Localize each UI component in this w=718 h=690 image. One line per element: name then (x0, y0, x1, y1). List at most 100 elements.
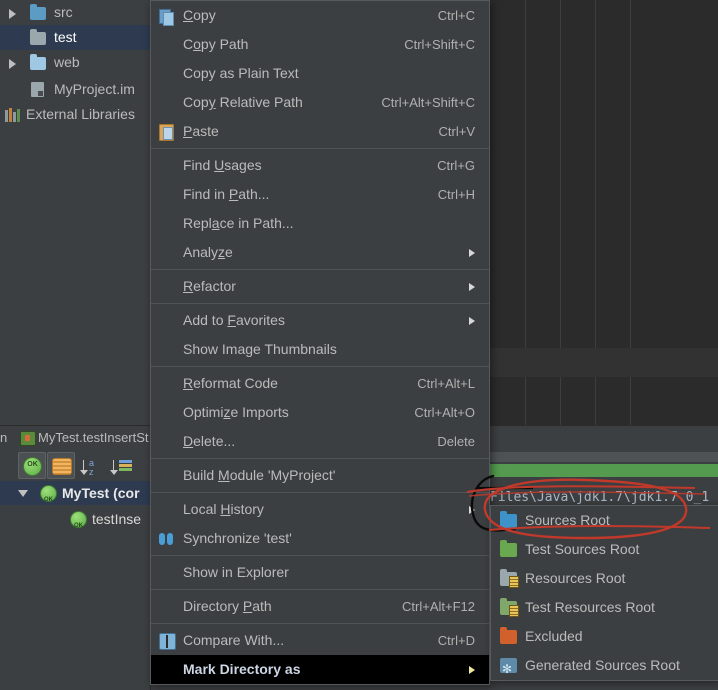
folder-icon (30, 29, 46, 45)
menu-item-label: Synchronize 'test' (183, 530, 292, 546)
external-libraries-icon (5, 108, 21, 122)
menu-item-mark-directory-as[interactable]: Mark Directory as (151, 655, 489, 684)
menu-item-shortcut: Ctrl+Alt+L (417, 376, 475, 391)
menu-item-refactor[interactable]: Refactor (151, 272, 489, 301)
menu-item-replace-in-path[interactable]: Replace in Path... (151, 209, 489, 238)
menu-item-copy-as-plain-text[interactable]: Copy as Plain Text (151, 59, 489, 88)
menu-separator (151, 366, 489, 367)
test-class-label: MyTest (cor (62, 485, 140, 501)
test-toolbar: az (0, 448, 150, 481)
menu-separator (151, 458, 489, 459)
menu-item-build-module-myproject[interactable]: Build Module 'MyProject' (151, 461, 489, 490)
resources-root-icon (500, 569, 519, 588)
project-tree-label: External Libraries (26, 106, 135, 122)
menu-separator (151, 303, 489, 304)
console-output-line: Files\Java\jdk1.7\jdk1.7.0_1 (490, 490, 710, 505)
menu-item-shortcut: Ctrl+D (437, 633, 475, 648)
chevron-right-icon (469, 249, 475, 257)
menu-item-shortcut: Ctrl+Alt+F12 (402, 599, 475, 614)
test-tree-row-method[interactable]: testInse (0, 507, 150, 538)
menu-item-shortcut: Ctrl+Shift+C (404, 37, 475, 52)
test-sources-root-icon (500, 540, 517, 557)
sources-root-icon (500, 511, 517, 528)
menu-item-label: Show in Explorer (183, 564, 289, 580)
menu-item-synchronize-test[interactable]: Synchronize 'test' (151, 524, 489, 553)
menu-item-paste[interactable]: Paste Ctrl+V (151, 117, 489, 146)
submenu-item-generated-sources-root[interactable]: Generated Sources Root (491, 651, 718, 684)
menu-item-directory-path[interactable]: Directory Path Ctrl+Alt+F12 (151, 592, 489, 621)
chevron-right-icon (469, 506, 475, 514)
menu-item-analyze[interactable]: Analyze (151, 238, 489, 267)
sort-by-duration-button[interactable] (110, 452, 138, 477)
project-tree-label: MyProject.im (54, 81, 135, 97)
menu-item-add-to-favorites[interactable]: Add to Favorites (151, 306, 489, 335)
ok-circle-icon (40, 485, 57, 512)
menu-item-copy-path[interactable]: Copy Path Ctrl+Shift+C (151, 30, 489, 59)
project-tree-label: web (54, 54, 80, 70)
menu-item-find-in-path[interactable]: Find in Path... Ctrl+H (151, 180, 489, 209)
menu-item-label: Optimize Imports (183, 404, 289, 420)
folder-icon (30, 54, 46, 70)
menu-item-shortcut: Ctrl+V (438, 124, 475, 139)
menu-item-label: Find in Path... (183, 186, 270, 202)
show-passed-toggle[interactable] (18, 452, 46, 479)
ok-circle-icon (23, 457, 42, 476)
chevron-right-icon (469, 317, 475, 325)
project-tree-item-src[interactable]: src (0, 0, 150, 25)
sort-az-icon: az (80, 459, 104, 478)
context-menu: Copy Ctrl+C Copy Path Ctrl+Shift+C Copy as P… (150, 0, 490, 685)
submenu-item-test-resources-root[interactable]: Test Resources Root (491, 593, 718, 622)
menu-item-find-usages[interactable]: Find Usages Ctrl+G (151, 151, 489, 180)
menu-item-label: Add to Favorites (183, 312, 285, 328)
submenu-item-label: Generated Sources Root (525, 657, 680, 673)
menu-item-reformat-code[interactable]: Reformat Code Ctrl+Alt+L (151, 369, 489, 398)
menu-item-copy[interactable]: Copy Ctrl+C (151, 1, 489, 30)
project-tree-label: src (54, 4, 73, 20)
submenu-item-sources-root[interactable]: Sources Root (491, 506, 718, 535)
menu-item-show-image-thumbnails[interactable]: Show Image Thumbnails (151, 335, 489, 364)
submenu-item-label: Resources Root (525, 570, 626, 586)
menu-separator (151, 589, 489, 590)
sync-icon (159, 531, 175, 547)
menu-item-copy-relative-path[interactable]: Copy Relative Path Ctrl+Alt+Shift+C (151, 88, 489, 117)
test-progress-bar (490, 464, 718, 477)
expander-icon[interactable] (9, 59, 16, 69)
sort-alphabetically-button[interactable]: az (80, 452, 108, 478)
submenu-item-excluded[interactable]: Excluded (491, 622, 718, 651)
menu-item-label: Local History (183, 501, 264, 517)
project-tree-item-test[interactable]: test (0, 25, 150, 50)
menu-separator (151, 623, 489, 624)
menu-item-show-in-explorer[interactable]: Show in Explorer (151, 558, 489, 587)
menu-item-compare-with[interactable]: Compare With... Ctrl+D (151, 626, 489, 655)
menu-item-local-history[interactable]: Local History (151, 495, 489, 524)
show-stacktrace-toggle[interactable] (47, 452, 75, 479)
menu-item-label: Analyze (183, 244, 233, 260)
menu-item-label: Copy (183, 7, 216, 23)
menu-item-label: Mark Directory as (183, 661, 301, 677)
submenu-item-label: Excluded (525, 628, 583, 644)
project-tree-label: test (54, 29, 77, 45)
menu-item-shortcut: Ctrl+H (437, 187, 475, 202)
submenu-item-resources-root[interactable]: Resources Root (491, 564, 718, 593)
menu-item-optimize-imports[interactable]: Optimize Imports Ctrl+Alt+O (151, 398, 489, 427)
menu-item-label: Copy as Plain Text (183, 65, 299, 81)
project-tree-item-external-libraries[interactable]: External Libraries (0, 102, 150, 127)
menu-item-label: Compare With... (183, 632, 285, 648)
submenu-item-test-sources-root[interactable]: Test Sources Root (491, 535, 718, 564)
test-tree-row-class[interactable]: MyTest (cor (0, 481, 150, 512)
menu-item-label: Reformat Code (183, 375, 278, 391)
submenu-item-label: Sources Root (525, 512, 610, 528)
menu-item-label: Build Module 'MyProject' (183, 467, 336, 483)
paste-icon (159, 124, 175, 141)
menu-item-label: Find Usages (183, 157, 262, 173)
expander-icon[interactable] (18, 490, 28, 497)
compare-icon (159, 633, 176, 650)
test-resources-root-icon (500, 598, 519, 617)
test-tab-title[interactable]: MyTest.testInsertSt (38, 428, 149, 447)
project-tree-item-iml[interactable]: MyProject.im (0, 77, 150, 102)
test-method-label: testInse (92, 511, 142, 527)
project-tree-item-web[interactable]: web (0, 50, 150, 75)
expander-icon[interactable] (9, 9, 16, 19)
menu-item-delete[interactable]: Delete... Delete (151, 427, 489, 456)
project-tree: src test web MyProject.im External Libra… (0, 0, 150, 425)
